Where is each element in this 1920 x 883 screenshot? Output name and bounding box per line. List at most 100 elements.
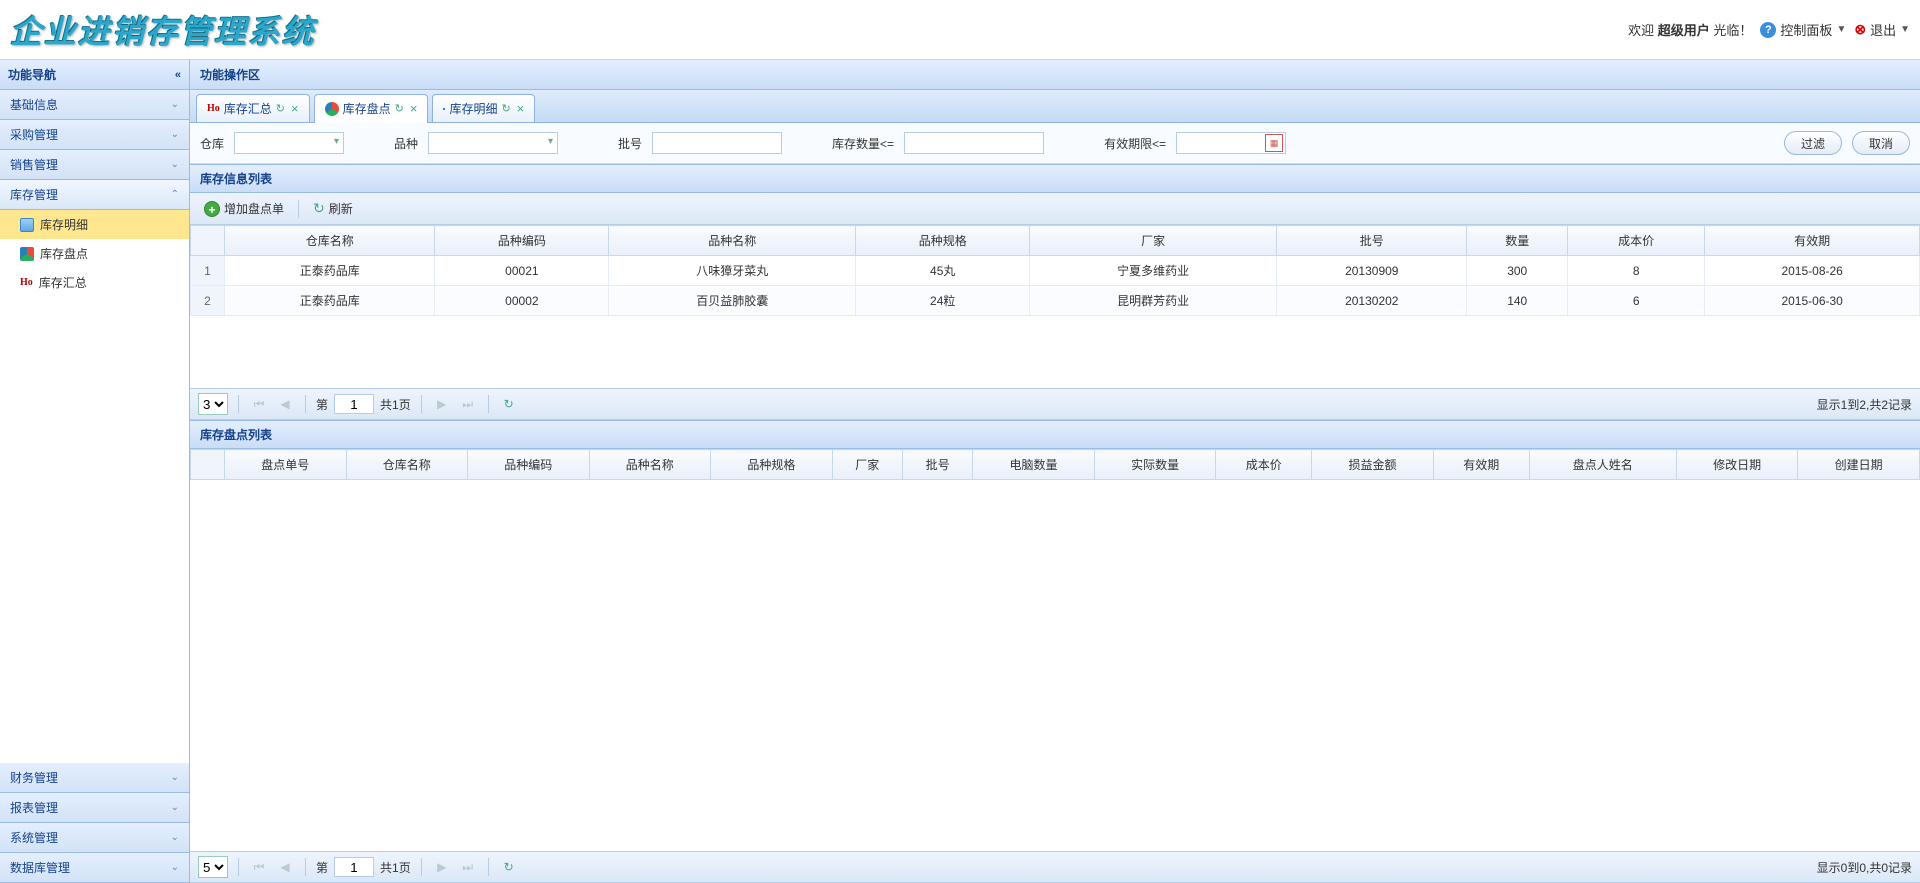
sidebar-group-database[interactable]: 数据库管理 ⌄ xyxy=(0,853,189,883)
refresh-icon[interactable]: ↻ xyxy=(395,102,404,115)
cancel-button[interactable]: 取消 xyxy=(1852,131,1910,155)
col-warehouse[interactable]: 仓库名称 xyxy=(225,226,435,256)
col-manufacturer[interactable]: 厂家 xyxy=(832,450,902,480)
filter-bar: 仓库 品种 批号 库存数量<= 有效期限<= ▦ 过滤 取消 xyxy=(190,123,1920,164)
sidebar-group-report[interactable]: 报表管理 ⌄ xyxy=(0,793,189,823)
first-page-button[interactable]: ⏮ xyxy=(249,394,269,414)
warehouse-combo[interactable] xyxy=(234,132,344,154)
summary-icon: Ho xyxy=(207,103,220,114)
calendar-icon[interactable]: ▦ xyxy=(1265,134,1283,152)
detail-icon xyxy=(20,218,34,232)
prev-page-button[interactable]: ◀ xyxy=(275,394,295,414)
col-warehouse[interactable]: 仓库名称 xyxy=(346,450,468,480)
table-row[interactable]: 2 正泰药品库 00002 百贝益肺胶囊 24粒 昆明群芳药业 20130202… xyxy=(191,286,1920,316)
content-title: 功能操作区 xyxy=(190,60,1920,90)
col-qty[interactable]: 数量 xyxy=(1467,226,1568,256)
first-page-button[interactable]: ⏮ xyxy=(249,857,269,877)
sidebar-group-inventory[interactable]: 库存管理 ⌃ xyxy=(0,180,189,210)
reload-button[interactable]: ↻ xyxy=(499,394,519,414)
sidebar-group-sales[interactable]: 销售管理 ⌄ xyxy=(0,150,189,180)
col-cost[interactable]: 成本价 xyxy=(1216,450,1312,480)
sidebar-item-inventory-detail[interactable]: 库存明细 xyxy=(0,210,189,239)
last-page-button[interactable]: ⏭ xyxy=(458,394,478,414)
col-computer-qty[interactable]: 电脑数量 xyxy=(973,450,1095,480)
expire-date-field[interactable]: ▦ xyxy=(1176,132,1286,154)
page-size-select[interactable]: 5 xyxy=(198,856,228,878)
last-page-button[interactable]: ⏭ xyxy=(458,857,478,877)
col-profit-loss[interactable]: 损益金额 xyxy=(1312,450,1434,480)
chevron-down-icon: ⌄ xyxy=(171,802,179,813)
sidebar-group-finance[interactable]: 财务管理 ⌄ xyxy=(0,763,189,793)
filter-button[interactable]: 过滤 xyxy=(1784,131,1842,155)
sidebar-group-system[interactable]: 系统管理 ⌄ xyxy=(0,823,189,853)
chevron-down-icon: ⌄ xyxy=(171,862,179,873)
tab-bar: Ho 库存汇总 ↻ × 库存盘点 ↻ × 库存明细 ↻ × xyxy=(190,90,1920,123)
col-variety-code[interactable]: 品种编码 xyxy=(435,226,609,256)
prev-page-button[interactable]: ◀ xyxy=(275,857,295,877)
col-checker[interactable]: 盘点人姓名 xyxy=(1529,450,1676,480)
col-variety-name[interactable]: 品种名称 xyxy=(589,450,711,480)
filter-label-warehouse: 仓库 xyxy=(200,135,224,152)
sidebar-item-inventory-check[interactable]: 库存盘点 xyxy=(0,239,189,268)
qty-input[interactable] xyxy=(904,132,1044,154)
collapse-left-icon[interactable]: « xyxy=(175,69,181,81)
sidebar-item-inventory-summary[interactable]: Ho 库存汇总 xyxy=(0,268,189,297)
col-variety-code[interactable]: 品种编码 xyxy=(468,450,590,480)
paging-info: 显示0到0,共0记录 xyxy=(1817,859,1912,876)
col-modify-date[interactable]: 修改日期 xyxy=(1676,450,1798,480)
app-logo: 企业进销存管理系统 xyxy=(10,7,316,53)
col-rownum xyxy=(191,226,225,256)
col-batch[interactable]: 批号 xyxy=(902,450,972,480)
sidebar-title: 功能导航 « xyxy=(0,60,189,90)
refresh-icon[interactable]: ↻ xyxy=(276,102,285,115)
col-actual-qty[interactable]: 实际数量 xyxy=(1094,450,1216,480)
inventory-paging: 3 ⏮ ◀ 第 共1页 ▶ ⏭ ↻ 显示1到2,共2记录 xyxy=(190,388,1920,420)
tab-inventory-summary[interactable]: Ho 库存汇总 ↻ × xyxy=(196,94,310,122)
variety-combo[interactable] xyxy=(428,132,558,154)
chevron-down-icon: ▼ xyxy=(1836,24,1846,35)
col-expire[interactable]: 有效期 xyxy=(1705,226,1920,256)
close-icon[interactable]: × xyxy=(291,101,299,116)
table-row[interactable]: 1 正泰药品库 00021 八味獐牙菜丸 45丸 宁夏多维药业 20130909… xyxy=(191,256,1920,286)
col-expire[interactable]: 有效期 xyxy=(1433,450,1529,480)
col-create-date[interactable]: 创建日期 xyxy=(1798,450,1920,480)
page-input[interactable] xyxy=(334,394,374,414)
filter-label-qty: 库存数量<= xyxy=(832,135,894,152)
detail-icon xyxy=(443,108,445,110)
col-batch[interactable]: 批号 xyxy=(1277,226,1467,256)
sidebar-group-purchase[interactable]: 采购管理 ⌄ xyxy=(0,120,189,150)
col-manufacturer[interactable]: 厂家 xyxy=(1030,226,1277,256)
control-panel-link[interactable]: ? 控制面板 ▼ xyxy=(1760,20,1846,39)
help-icon: ? xyxy=(1760,22,1776,38)
col-variety-name[interactable]: 品种名称 xyxy=(609,226,856,256)
sidebar-inventory-items: 库存明细 库存盘点 Ho 库存汇总 xyxy=(0,210,189,297)
close-icon[interactable]: × xyxy=(410,101,418,116)
close-icon[interactable]: × xyxy=(517,101,525,116)
tab-inventory-check[interactable]: 库存盘点 ↻ × xyxy=(314,94,429,123)
header: 企业进销存管理系统 欢迎 超级用户 光临！ ? 控制面板 ▼ ⊗ 退出 ▼ xyxy=(0,0,1920,60)
col-cost[interactable]: 成本价 xyxy=(1568,226,1705,256)
refresh-icon[interactable]: ↻ xyxy=(501,102,510,115)
exit-link[interactable]: ⊗ 退出 ▼ xyxy=(1854,20,1910,39)
col-spec[interactable]: 品种规格 xyxy=(711,450,833,480)
add-check-button[interactable]: + 增加盘点单 xyxy=(196,197,292,220)
col-rownum xyxy=(191,450,225,480)
refresh-button[interactable]: ↻ 刷新 xyxy=(305,197,361,220)
next-page-button[interactable]: ▶ xyxy=(432,857,452,877)
expire-date-input[interactable] xyxy=(1177,133,1265,153)
batch-input[interactable] xyxy=(652,132,782,154)
chevron-down-icon: ⌄ xyxy=(171,129,179,140)
col-spec[interactable]: 品种规格 xyxy=(856,226,1030,256)
filter-label-variety: 品种 xyxy=(394,135,418,152)
next-page-button[interactable]: ▶ xyxy=(432,394,452,414)
page-input[interactable] xyxy=(334,857,374,877)
filter-label-expire: 有效期限<= xyxy=(1104,135,1166,152)
check-paging: 5 ⏮ ◀ 第 共1页 ▶ ⏭ ↻ 显示0到0,共0记录 xyxy=(190,851,1920,883)
sidebar-group-basic[interactable]: 基础信息 ⌄ xyxy=(0,90,189,120)
tab-inventory-detail[interactable]: 库存明细 ↻ × xyxy=(432,94,535,122)
check-grid: 盘点单号 仓库名称 品种编码 品种名称 品种规格 厂家 批号 电脑数量 实际数量… xyxy=(190,449,1920,851)
col-check-no[interactable]: 盘点单号 xyxy=(225,450,347,480)
page-size-select[interactable]: 3 xyxy=(198,393,228,415)
reload-button[interactable]: ↻ xyxy=(499,857,519,877)
pie-icon xyxy=(325,102,339,116)
